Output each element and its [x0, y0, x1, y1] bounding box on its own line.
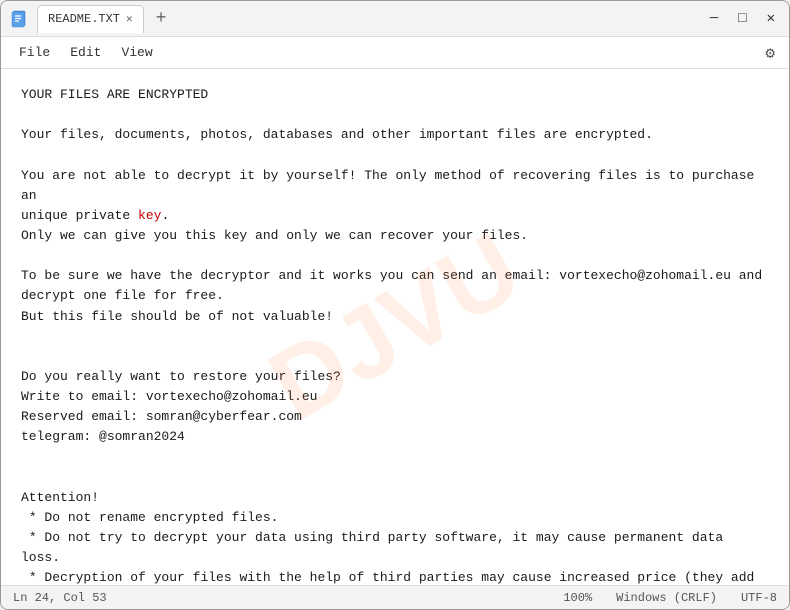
- status-bar: Ln 24, Col 53 100% Windows (CRLF) UTF-8: [1, 585, 789, 609]
- settings-icon[interactable]: ⚙: [761, 39, 779, 67]
- line-ending: Windows (CRLF): [616, 591, 717, 605]
- key-highlight: key: [138, 208, 161, 223]
- title-bar-left: README.TXT ✕ +: [11, 5, 706, 33]
- zoom-level: 100%: [563, 591, 592, 605]
- cursor-position: Ln 24, Col 53: [13, 591, 107, 605]
- maximize-btn[interactable]: □: [734, 9, 750, 29]
- menu-edit[interactable]: Edit: [62, 41, 109, 64]
- heading: YOUR FILES ARE ENCRYPTED: [21, 87, 208, 102]
- window-controls: ─ □ ✕: [706, 8, 779, 29]
- tab-close-btn[interactable]: ✕: [126, 12, 133, 26]
- line2-part1: You are not able to decrypt it by yourse…: [21, 168, 762, 243]
- menu-bar: File Edit View ⚙: [1, 37, 789, 69]
- status-right: 100% Windows (CRLF) UTF-8: [563, 591, 777, 605]
- line1: Your files, documents, photos, databases…: [21, 127, 653, 142]
- minimize-btn[interactable]: ─: [706, 9, 722, 29]
- line3: To be sure we have the decryptor and it …: [21, 268, 762, 323]
- menu-items: File Edit View: [11, 41, 161, 64]
- line5: Attention! * Do not rename encrypted fil…: [21, 490, 762, 585]
- encoding: UTF-8: [741, 591, 777, 605]
- new-tab-btn[interactable]: +: [156, 9, 167, 29]
- menu-file[interactable]: File: [11, 41, 58, 64]
- app-icon: [11, 10, 29, 28]
- menu-view[interactable]: View: [113, 41, 160, 64]
- line4: Do you really want to restore your files…: [21, 369, 341, 444]
- text-content-area[interactable]: DJVU YOUR FILES ARE ENCRYPTED Your files…: [1, 69, 789, 585]
- title-bar: README.TXT ✕ + ─ □ ✕: [1, 1, 789, 37]
- close-btn[interactable]: ✕: [763, 8, 779, 29]
- main-window: README.TXT ✕ + ─ □ ✕ File Edit View ⚙ DJ…: [0, 0, 790, 610]
- active-tab[interactable]: README.TXT ✕: [37, 5, 144, 33]
- tab-label: README.TXT: [48, 12, 120, 26]
- text-content: YOUR FILES ARE ENCRYPTED Your files, doc…: [21, 85, 769, 585]
